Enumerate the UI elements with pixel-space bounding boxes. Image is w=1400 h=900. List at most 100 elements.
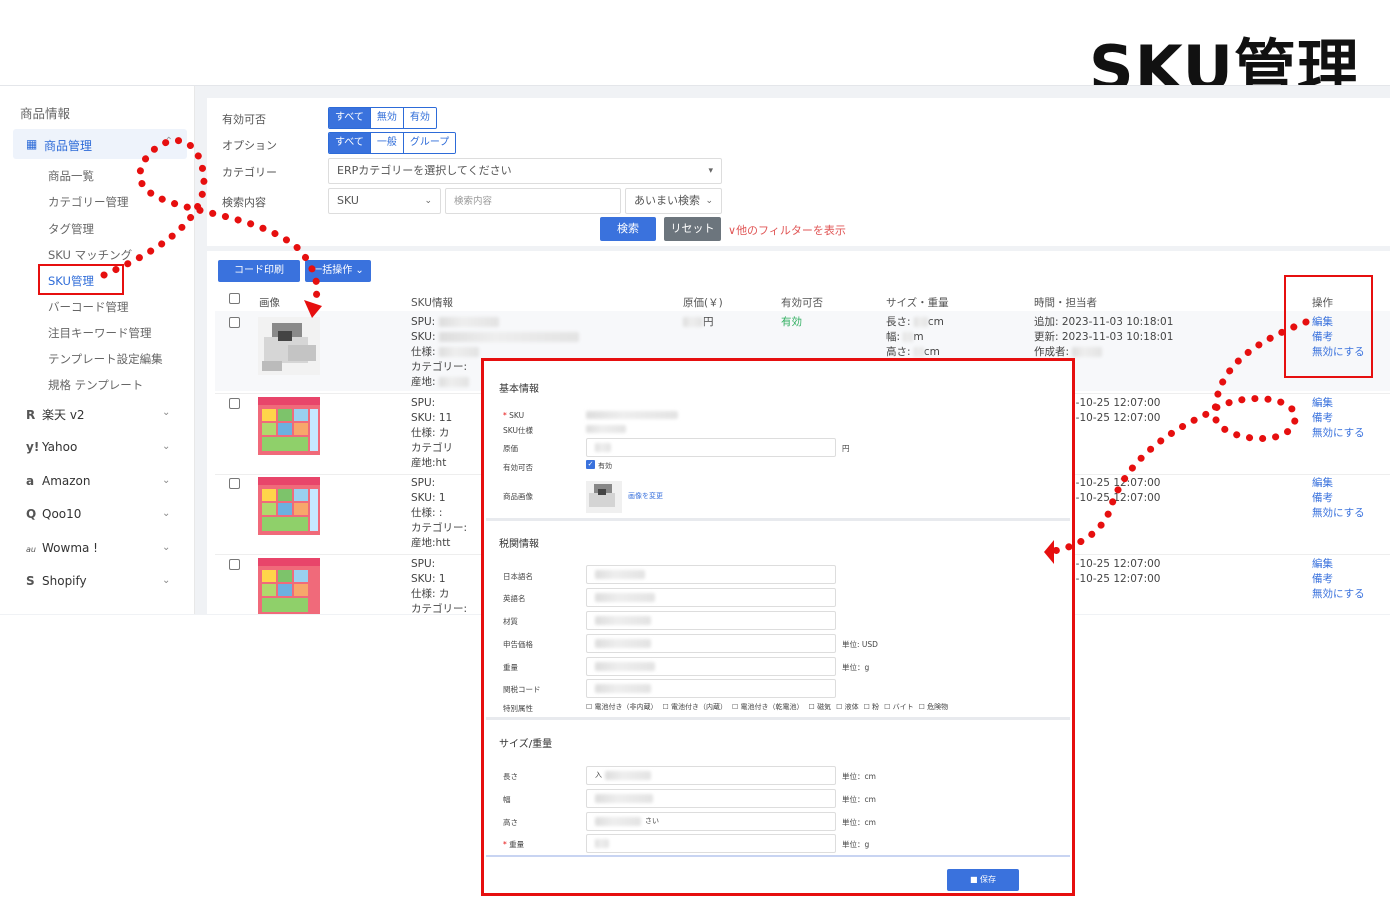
time-added: 3-10-25 12:07:00 — [1069, 558, 1161, 570]
bulk-action-button[interactable]: 一括操作 ⌄ — [305, 260, 371, 282]
filter-option-group[interactable]: グループ — [402, 133, 456, 153]
special-option-dangerous[interactable]: ☐ 危険物 — [919, 702, 949, 712]
search-input[interactable]: 検索内容 — [445, 188, 621, 214]
category-select[interactable]: ERPカテゴリーを選択してください ▾ — [328, 158, 722, 184]
modal-weight-unit: 単位：g — [842, 663, 870, 672]
modal-image-label: 商品画像 — [503, 492, 533, 501]
code-print-button[interactable]: コード印刷 — [218, 260, 300, 282]
modal-height-input[interactable]: さい — [586, 812, 836, 831]
sidebar-item-keyword[interactable]: 注目キーワード管理 — [48, 325, 152, 341]
product-thumbnail — [258, 558, 320, 614]
sidebar-item-category[interactable]: カテゴリー管理 — [48, 194, 129, 210]
modal-height-unit: 単位：cm — [842, 818, 876, 827]
sidebar: 商品情報 ▦ 商品管理 ⌃ 商品一覧 カテゴリー管理 タグ管理 SKU マッチン… — [0, 86, 195, 614]
modal-weight-input[interactable] — [586, 657, 836, 676]
reset-button[interactable]: リセット — [664, 217, 721, 241]
filter-option-all[interactable]: すべて — [329, 133, 370, 153]
note-link[interactable]: 備考 — [1312, 411, 1365, 426]
row1-price: 円 — [683, 315, 714, 330]
modal-price-unit: 円 — [842, 444, 850, 453]
sidebar-item-shopify[interactable]: S Shopify ⌄ — [26, 574, 170, 588]
modal-jp-name-input[interactable] — [586, 565, 836, 584]
highlight-sku-menu — [38, 264, 124, 295]
more-filters-link[interactable]: ∨他のフィルターを表示 — [728, 222, 846, 238]
sidebar-item-qoo10[interactable]: Q Qoo10 ⌄ — [26, 507, 170, 521]
sidebar-item-wowma[interactable]: au Wowma ! ⌄ — [26, 541, 170, 555]
note-link[interactable]: 備考 — [1312, 491, 1365, 506]
modal-hs-code-input[interactable] — [586, 679, 836, 698]
row-checkbox[interactable] — [229, 559, 240, 570]
sidebar-item-tag[interactable]: タグ管理 — [48, 221, 94, 237]
modal-weight2-input[interactable] — [586, 834, 836, 853]
sidebar-item-barcode[interactable]: バーコード管理 — [48, 299, 129, 315]
row-checkbox[interactable] — [229, 478, 240, 489]
special-option-liquid[interactable]: ☐ 液体 — [836, 702, 859, 712]
edit-link[interactable]: 編集 — [1312, 396, 1365, 411]
special-option-label: 粉 — [872, 703, 880, 711]
yahoo-icon: y! — [26, 440, 40, 454]
modal-section-basic: 基本情報 — [499, 384, 539, 395]
modal-declared-price-input[interactable] — [586, 634, 836, 653]
disable-link[interactable]: 無効にする — [1312, 506, 1365, 521]
size-length-label: 長さ: — [886, 316, 911, 328]
sidebar-item-label: Qoo10 — [42, 507, 82, 521]
edit-link[interactable]: 編集 — [1312, 557, 1365, 572]
row2-actions: 編集 備考 無効にする — [1312, 396, 1365, 441]
modal-price-input[interactable] — [586, 438, 836, 457]
special-option-battery-external[interactable]: ☐ 電池付き（非内蔵） — [586, 702, 658, 712]
modal-weight2-label: * 重量 — [503, 840, 525, 849]
modal-width-input[interactable] — [586, 789, 836, 808]
search-mode-select[interactable]: あいまい検索 ⌄ — [625, 188, 722, 214]
modal-length-input[interactable]: 入 — [586, 766, 836, 785]
sidebar-item-amazon[interactable]: a Amazon ⌄ — [26, 474, 170, 488]
modal-change-image-link[interactable]: 画像を変更 — [628, 491, 663, 501]
sku-category-label: カテゴリー: — [411, 603, 468, 615]
row-checkbox[interactable] — [229, 317, 240, 328]
sidebar-item-spec-template[interactable]: 規格 テンプレート — [48, 377, 143, 393]
shop-icon: ▦ — [26, 137, 38, 151]
modal-divider — [486, 518, 1070, 521]
modal-length-unit: 単位：cm — [842, 772, 876, 781]
modal-declared-price-label: 申告価格 — [503, 640, 533, 649]
filter-enabled-invalid[interactable]: 無効 — [369, 108, 403, 128]
product-thumbnail — [258, 397, 320, 455]
save-button[interactable]: ■ 保存 — [947, 869, 1019, 891]
select-all-checkbox[interactable] — [229, 293, 240, 304]
filter-enabled-all[interactable]: すべて — [329, 108, 370, 128]
special-option-powder[interactable]: ☐ 粉 — [864, 702, 880, 712]
modal-sku-label: * SKU — [503, 411, 525, 420]
sidebar-item-product-list[interactable]: 商品一覧 — [48, 168, 94, 184]
note-link[interactable]: 備考 — [1312, 572, 1365, 587]
modal-length-label: 長さ — [503, 772, 518, 781]
special-option-label: 危険物 — [927, 703, 949, 711]
disable-link[interactable]: 無効にする — [1312, 587, 1365, 602]
chevron-down-icon: ⌄ — [162, 542, 171, 553]
modal-material-input[interactable] — [586, 611, 836, 630]
modal-sku-label-text: SKU — [509, 411, 525, 420]
search-button[interactable]: 検索 — [600, 217, 656, 241]
sidebar-item-sku-matching[interactable]: SKU マッチング — [48, 247, 132, 263]
search-type-select[interactable]: SKU ⌄ — [328, 188, 441, 214]
filter-option-general[interactable]: 一般 — [369, 133, 403, 153]
sidebar-item-rakuten[interactable]: R 楽天 v2 ⌄ — [26, 406, 170, 423]
filter-enabled-valid[interactable]: 有効 — [402, 108, 436, 128]
row2-time: 3-10-25 12:07:00 3-10-25 12:07:00 — [1069, 396, 1160, 426]
edit-link[interactable]: 編集 — [1312, 476, 1365, 491]
special-option-dry-battery[interactable]: ☐ 電池付き（乾電池） — [732, 702, 804, 712]
special-option-label: 電池付き（内蔵） — [671, 703, 728, 711]
modal-enabled-checkbox[interactable]: ✓ — [586, 460, 595, 469]
special-option-magnetic[interactable]: ☐ 磁気 — [809, 702, 832, 712]
save-icon: ■ — [969, 875, 978, 884]
time-updated: 3-10-25 12:07:00 — [1069, 412, 1161, 424]
row-checkbox[interactable] — [229, 398, 240, 409]
special-option-battery-internal[interactable]: ☐ 電池付き（内蔵） — [663, 702, 728, 712]
sidebar-item-yahoo[interactable]: y! Yahoo ⌄ — [26, 440, 170, 454]
modal-en-name-input[interactable] — [586, 588, 836, 607]
sidebar-item-label: Shopify — [42, 574, 87, 588]
sidebar-group-product-management[interactable]: ▦ 商品管理 ⌃ — [13, 129, 187, 159]
price-value: 円 — [703, 316, 714, 328]
sidebar-item-template-edit[interactable]: テンプレート設定編集 — [48, 351, 163, 367]
modal-hs-code-label: 関税コード — [503, 685, 541, 694]
special-option-byte[interactable]: ☐ バイト — [884, 702, 914, 712]
disable-link[interactable]: 無効にする — [1312, 426, 1365, 441]
